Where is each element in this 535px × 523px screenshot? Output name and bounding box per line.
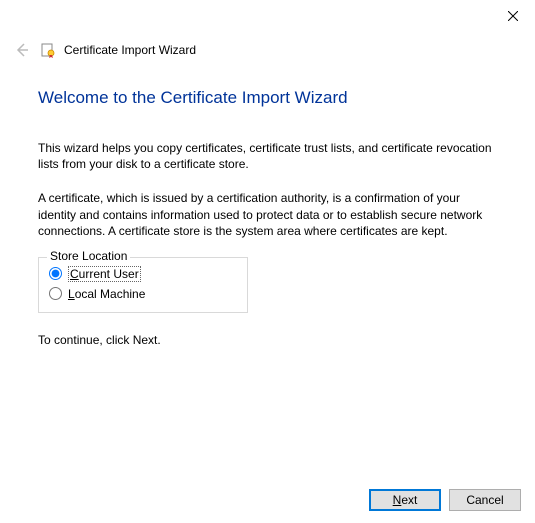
wizard-content: Welcome to the Certificate Import Wizard… (0, 60, 535, 347)
intro-paragraph-2: A certificate, which is issued by a cert… (38, 190, 501, 239)
wizard-footer: Next Cancel (369, 489, 521, 511)
radio-local-machine-row[interactable]: Local Machine (49, 284, 237, 304)
wizard-title: Certificate Import Wizard (64, 43, 196, 57)
store-location-legend: Store Location (47, 249, 130, 263)
certificate-icon (40, 42, 56, 58)
radio-current-user-row[interactable]: Current User (49, 264, 237, 284)
back-button (12, 40, 32, 60)
radio-local-machine[interactable] (49, 287, 62, 300)
continue-text: To continue, click Next. (38, 333, 501, 347)
close-icon (508, 11, 518, 21)
close-button[interactable] (499, 4, 527, 28)
store-location-group: Store Location Current User Local Machin… (38, 257, 248, 313)
radio-current-user-label[interactable]: Current User (68, 267, 141, 281)
window-titlebar (0, 0, 535, 32)
back-arrow-icon (14, 42, 30, 58)
radio-local-machine-label[interactable]: Local Machine (68, 287, 145, 301)
page-heading: Welcome to the Certificate Import Wizard (38, 88, 501, 108)
radio-current-user[interactable] (49, 267, 62, 280)
cancel-button[interactable]: Cancel (449, 489, 521, 511)
intro-paragraph-1: This wizard helps you copy certificates,… (38, 140, 501, 172)
wizard-header: Certificate Import Wizard (0, 32, 535, 60)
next-button[interactable]: Next (369, 489, 441, 511)
